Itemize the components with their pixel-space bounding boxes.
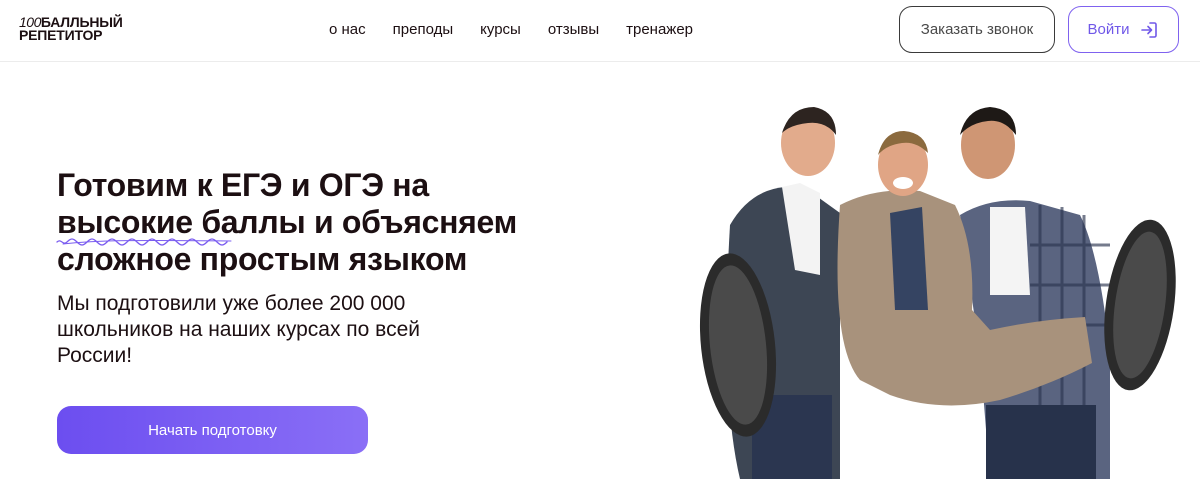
nav-link-courses[interactable]: курсы [480, 21, 521, 38]
start-preparation-label: Начать подготовку [148, 421, 277, 439]
hero-title: Готовим к ЕГЭ и ОГЭ на высокие баллы и о… [56, 167, 577, 278]
logo[interactable]: 100БАЛЛЬНЫЙ РЕПЕТИТОР [19, 15, 123, 43]
login-label: Войти [1087, 21, 1130, 38]
nav-link-teachers[interactable]: преподы [393, 21, 453, 38]
hero-title-line2-rest: баллы и объясняем [192, 204, 517, 240]
order-call-button[interactable]: Заказать звонок [899, 6, 1055, 53]
hero-photo-teachers [699, 107, 1176, 479]
logo-text-line2: РЕПЕТИТОР [19, 27, 103, 43]
hero-subtitle: Мы подготовили уже более 200 000 школьни… [57, 291, 457, 369]
nav-link-about[interactable]: о нас [329, 21, 366, 38]
nav-link-trainer[interactable]: тренажер [626, 21, 693, 38]
hero-subtitle-line1: Мы подготовили уже более 200 000 [57, 292, 406, 315]
hero-subtitle-line2: школьников на наших курсах по всей [57, 318, 420, 341]
start-preparation-button[interactable]: Начать подготовку [57, 406, 368, 454]
nav-link-reviews[interactable]: отзывы [548, 21, 599, 38]
hero-title-line1: Готовим к ЕГЭ и ОГЭ на [57, 167, 429, 203]
site-header: 100БАЛЛЬНЫЙ РЕПЕТИТОР о нас преподы курс… [0, 0, 1200, 62]
hero-title-line2: высокие баллы и объясняем [56, 204, 577, 246]
order-call-label: Заказать звонок [920, 21, 1034, 38]
squiggle-underline-decoration [56, 238, 232, 246]
main-nav: о нас преподы курсы отзывы тренажер [329, 21, 693, 38]
login-arrow-icon [1141, 21, 1158, 38]
hero-title-highlight: высокие [56, 204, 232, 246]
hero-subtitle-line3: России! [57, 344, 133, 367]
login-button[interactable]: Войти [1068, 6, 1179, 53]
